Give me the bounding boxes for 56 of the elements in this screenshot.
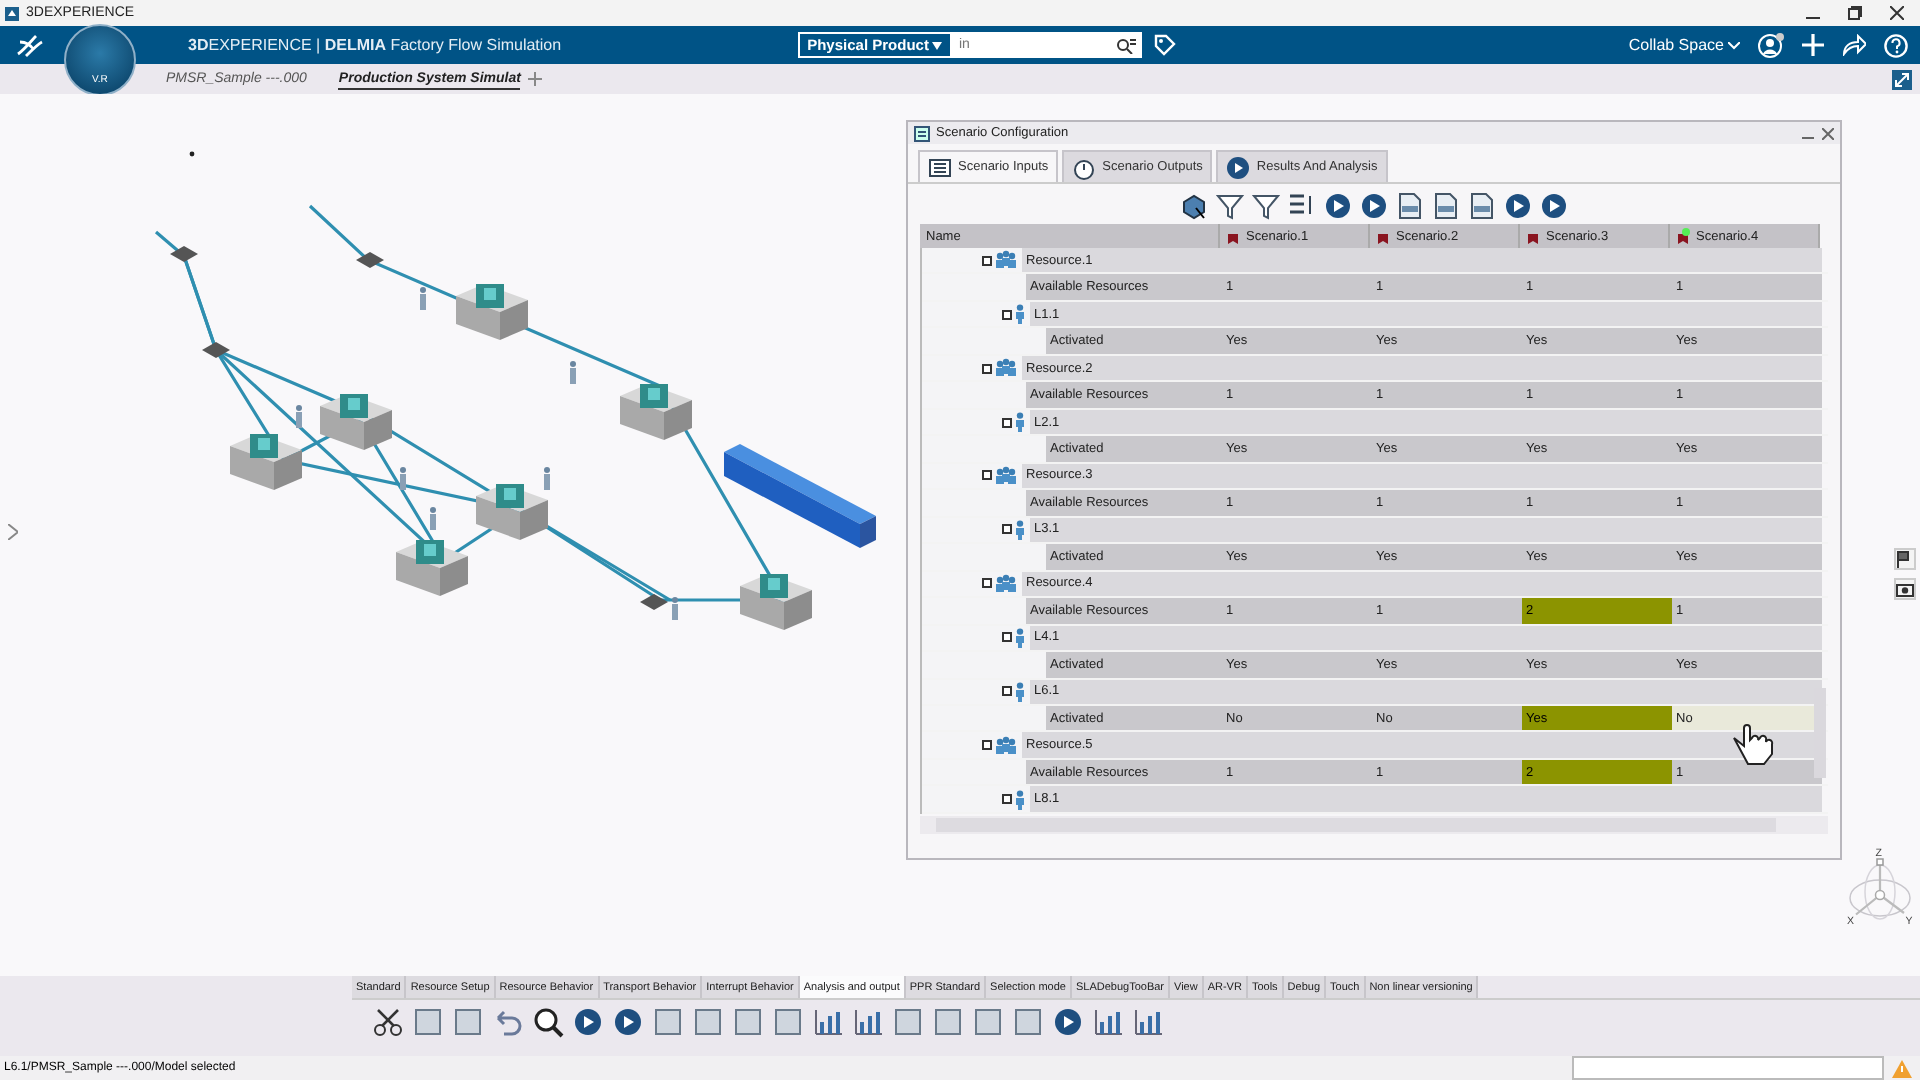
resource-group-icon — [994, 250, 1018, 271]
expander-icon[interactable] — [1002, 309, 1012, 320]
command-input[interactable] — [1572, 1056, 1884, 1080]
horizontal-scrollbar[interactable] — [920, 816, 1828, 834]
close-icon[interactable] — [1890, 6, 1904, 20]
undo-icon[interactable] — [492, 1006, 524, 1038]
operator-icon — [1014, 412, 1026, 433]
expander-icon[interactable] — [982, 255, 992, 266]
expander-icon[interactable] — [982, 578, 992, 589]
scenario-marker-icon — [1526, 229, 1540, 243]
panel-icon — [914, 125, 930, 141]
resource-group-icon — [994, 358, 1018, 379]
tag-icon[interactable] — [1153, 34, 1176, 56]
resource-group-icon — [994, 573, 1018, 594]
bar-chart-icon[interactable] — [1092, 1006, 1124, 1038]
brand-logo-icon — [16, 33, 44, 57]
expander-icon[interactable] — [1002, 794, 1012, 805]
scenario-marker-icon — [1376, 229, 1390, 243]
magnifier-icon[interactable] — [532, 1006, 564, 1038]
scenario-marker-icon — [1226, 229, 1240, 243]
search-icon[interactable] — [1115, 37, 1136, 53]
resource-group-icon — [994, 735, 1018, 756]
stopwatch-icon — [1072, 155, 1097, 179]
expander-icon[interactable] — [1002, 417, 1012, 428]
camera-icon[interactable] — [1894, 578, 1916, 600]
expander-icon[interactable] — [982, 363, 992, 374]
help-icon[interactable] — [1884, 33, 1908, 57]
expander-icon[interactable] — [1002, 686, 1012, 697]
scrollbar-thumb[interactable] — [1814, 688, 1826, 778]
resource-group-icon — [994, 465, 1018, 486]
caret-icon — [1728, 41, 1740, 49]
expander-icon[interactable] — [1002, 632, 1012, 643]
user-avatar-icon[interactable] — [1758, 32, 1784, 58]
app-brand: 3DEXPERIENCE | DELMIA Factory Flow Simulation — [188, 36, 562, 54]
caret-icon — [932, 41, 943, 49]
expander-icon[interactable] — [1002, 524, 1012, 535]
share-icon[interactable] — [1842, 34, 1866, 56]
flag-icon[interactable] — [1894, 548, 1916, 570]
expander-icon[interactable] — [982, 470, 992, 481]
new-tab-icon[interactable] — [528, 72, 543, 86]
fullscreen-icon[interactable] — [1892, 70, 1912, 90]
list-sort-icon[interactable] — [1288, 192, 1316, 220]
expander-icon[interactable] — [982, 740, 992, 751]
operator-icon — [1014, 681, 1026, 702]
operator-icon — [1014, 789, 1026, 810]
list-icon — [928, 155, 952, 179]
play-icon[interactable] — [1504, 192, 1532, 220]
collab-space-dropdown[interactable]: Collab Space — [1628, 36, 1740, 54]
add-icon[interactable] — [1802, 34, 1824, 56]
close-icon[interactable] — [1822, 127, 1834, 139]
operator-icon — [1014, 627, 1026, 648]
operator-icon — [1014, 304, 1026, 325]
restore-icon[interactable] — [1848, 6, 1862, 20]
play-icon[interactable] — [1052, 1006, 1084, 1038]
operator-icon — [1014, 519, 1026, 540]
scissors-icon[interactable] — [372, 1006, 404, 1038]
